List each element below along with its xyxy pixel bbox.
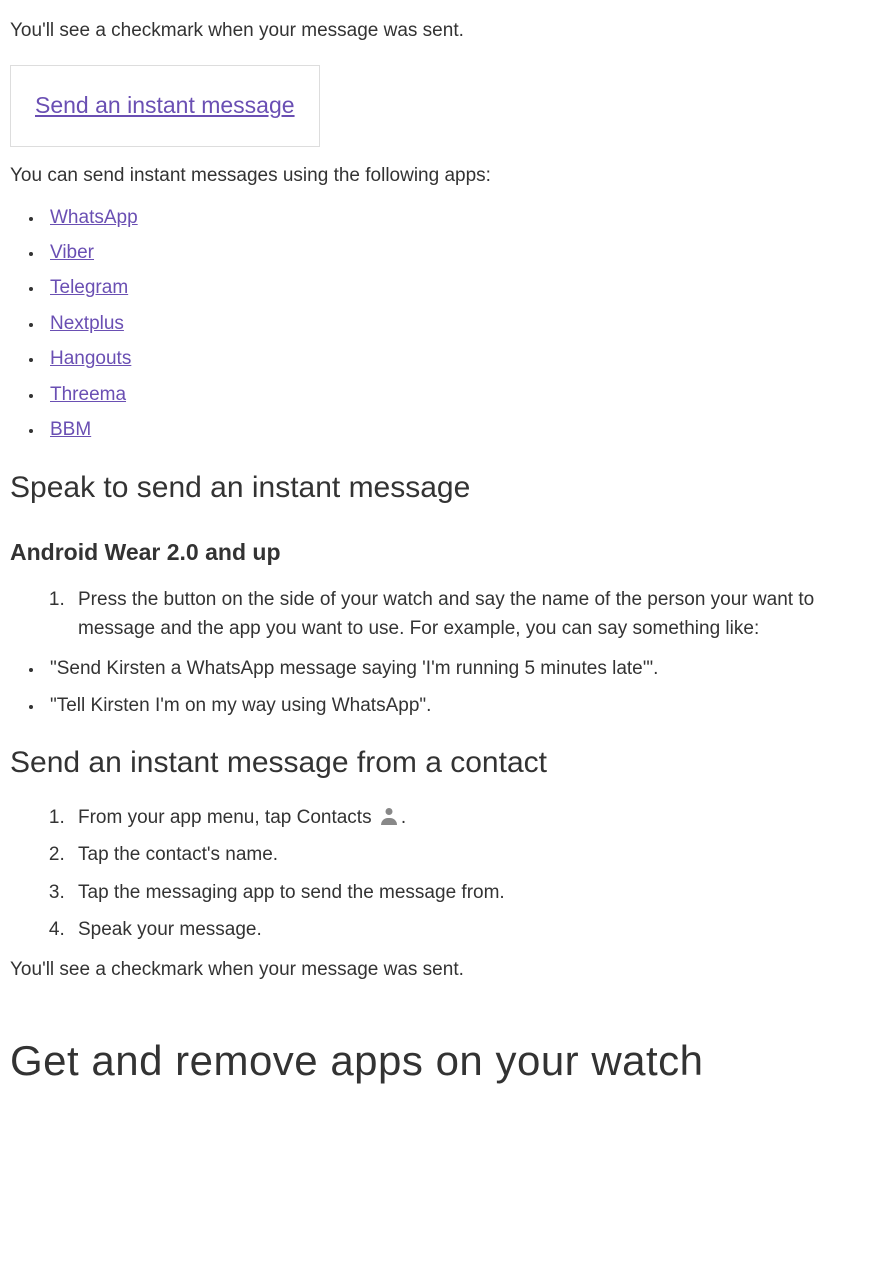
- app-link-viber[interactable]: Viber: [50, 242, 94, 263]
- app-link-telegram[interactable]: Telegram: [50, 277, 128, 298]
- list-item: Telegram: [44, 273, 884, 302]
- outro-text: You'll see a checkmark when your message…: [10, 955, 884, 984]
- app-link-whatsapp[interactable]: WhatsApp: [50, 207, 138, 228]
- app-link-threema[interactable]: Threema: [50, 384, 126, 405]
- step-text-tail: .: [401, 807, 406, 828]
- list-item: "Send Kirsten a WhatsApp message saying …: [44, 654, 884, 683]
- heading-android-wear: Android Wear 2.0 and up: [10, 535, 884, 571]
- apps-list: WhatsApp Viber Telegram Nextplus Hangout…: [10, 203, 884, 445]
- list-item: Tap the contact's name.: [70, 840, 884, 869]
- contacts-icon: [379, 808, 399, 825]
- apps-intro-text: You can send instant messages using the …: [10, 161, 884, 190]
- app-link-nextplus[interactable]: Nextplus: [50, 313, 124, 334]
- step-text: From your app menu, tap Contacts: [78, 807, 377, 828]
- intro-text: You'll see a checkmark when your message…: [10, 16, 884, 45]
- list-item: Press the button on the side of your wat…: [70, 585, 884, 644]
- list-item: Nextplus: [44, 309, 884, 338]
- list-item: Speak your message.: [70, 915, 884, 944]
- heading-get-remove-apps: Get and remove apps on your watch: [10, 1028, 884, 1093]
- list-item: Threema: [44, 380, 884, 409]
- list-item: From your app menu, tap Contacts .: [70, 803, 884, 832]
- speak-examples: "Send Kirsten a WhatsApp message saying …: [10, 654, 884, 721]
- send-instant-message-link[interactable]: Send an instant message: [35, 92, 295, 118]
- heading-from-contact: Send an instant message from a contact: [10, 740, 884, 787]
- app-link-bbm[interactable]: BBM: [50, 419, 91, 440]
- heading-speak: Speak to send an instant message: [10, 465, 884, 512]
- speak-steps: Press the button on the side of your wat…: [10, 585, 884, 644]
- list-item: Viber: [44, 238, 884, 267]
- app-link-hangouts[interactable]: Hangouts: [50, 348, 131, 369]
- callout-box: Send an instant message: [10, 65, 320, 147]
- list-item: BBM: [44, 415, 884, 444]
- list-item: "Tell Kirsten I'm on my way using WhatsA…: [44, 691, 884, 720]
- list-item: Tap the messaging app to send the messag…: [70, 878, 884, 907]
- contact-steps: From your app menu, tap Contacts . Tap t…: [10, 803, 884, 945]
- list-item: WhatsApp: [44, 203, 884, 232]
- list-item: Hangouts: [44, 344, 884, 373]
